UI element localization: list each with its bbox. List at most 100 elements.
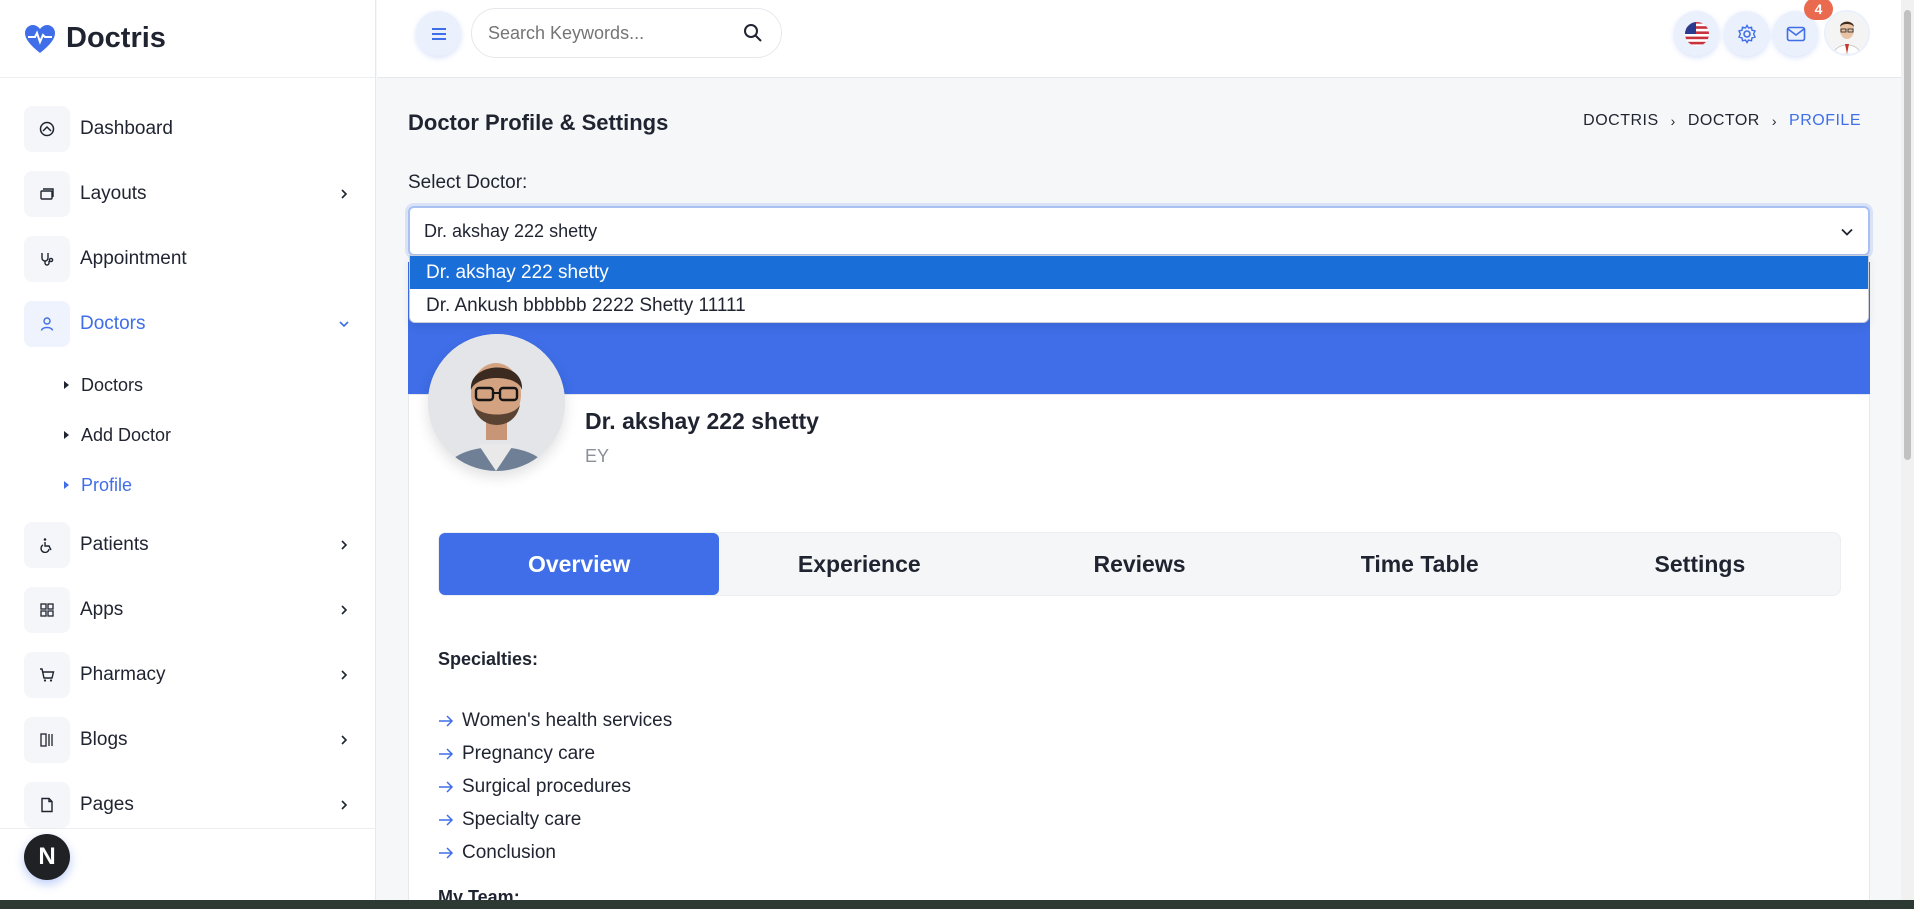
sidebar-menu: Dashboard Layouts Appointment Doctors Do…	[0, 78, 375, 832]
breadcrumb-profile: PROFILE	[1789, 112, 1861, 129]
submenu-item-add-doctor[interactable]: Add Doctor	[64, 410, 375, 460]
file-icon	[24, 782, 70, 828]
submenu-item-profile[interactable]: Profile	[64, 460, 375, 510]
chevron-right-icon	[334, 184, 354, 204]
avatar-icon	[1826, 12, 1868, 54]
bullet-icon	[64, 431, 69, 439]
menu-toggle-button[interactable]	[416, 11, 461, 56]
sidebar-item-pages[interactable]: Pages	[24, 778, 354, 832]
chevron-right-icon: ›	[1670, 113, 1676, 129]
us-flag-icon	[1684, 21, 1709, 46]
cart-icon	[24, 652, 70, 698]
tab-reviews[interactable]: Reviews	[999, 533, 1279, 595]
settings-button[interactable]	[1724, 11, 1769, 56]
stethoscope-icon	[24, 236, 70, 282]
language-button[interactable]	[1674, 11, 1719, 56]
search-input[interactable]	[488, 22, 728, 44]
specialty-text: Conclusion	[462, 841, 556, 863]
specialty-text: Specialty care	[462, 808, 582, 830]
grid-icon	[24, 587, 70, 633]
sidebar-item-appointment[interactable]: Appointment	[24, 232, 354, 286]
list-item: Pregnancy care	[438, 737, 672, 770]
heart-pulse-icon	[24, 23, 56, 55]
sidebar-item-label: Apps	[80, 599, 124, 620]
chevron-down-icon	[334, 314, 354, 334]
specialty-text: Women's health services	[462, 709, 673, 731]
wheelchair-icon	[24, 522, 70, 568]
breadcrumb-doctor[interactable]: DOCTOR	[1688, 112, 1760, 130]
submenu-item-doctors[interactable]: Doctors	[64, 360, 375, 410]
sidebar-item-layouts[interactable]: Layouts	[24, 167, 354, 221]
sidebar-item-blogs[interactable]: Blogs	[24, 713, 354, 767]
n-badge-button[interactable]: N	[24, 834, 70, 880]
tab-experience[interactable]: Experience	[719, 533, 999, 595]
arrow-right-icon	[438, 846, 462, 860]
specialty-text: Surgical procedures	[462, 775, 631, 797]
dropdown-option[interactable]: Dr. akshay 222 shetty	[410, 256, 1868, 289]
arrow-right-icon	[438, 747, 462, 761]
chevron-right-icon	[334, 730, 354, 750]
tab-time-table[interactable]: Time Table	[1280, 533, 1560, 595]
sidebar: Doctris Dashboard Layouts Appointment Do…	[0, 0, 376, 909]
brand[interactable]: Doctris	[0, 0, 375, 78]
breadcrumb-doctris[interactable]: DOCTRIS	[1583, 112, 1659, 130]
specialty-text: Pregnancy care	[462, 742, 596, 764]
doctor-subtitle: EY	[585, 446, 610, 466]
sidebar-item-label: Blogs	[80, 729, 128, 750]
tab-settings[interactable]: Settings	[1560, 533, 1840, 595]
list-item: Conclusion	[438, 836, 672, 869]
submenu-label: Doctors	[81, 374, 144, 395]
doctors-submenu: Doctors Add Doctor Profile	[64, 360, 375, 510]
specialties-title: Specialties:	[438, 649, 539, 669]
sidebar-item-doctors[interactable]: Doctors	[24, 297, 354, 351]
user-avatar[interactable]	[1824, 10, 1870, 56]
breadcrumb: DOCTRIS › DOCTOR › PROFILE	[1583, 112, 1861, 130]
sidebar-item-patients[interactable]: Patients	[24, 518, 354, 572]
mail-icon	[1786, 26, 1805, 41]
page-scrollbar[interactable]	[1901, 0, 1914, 909]
bullet-icon	[64, 481, 69, 489]
chevron-right-icon	[334, 795, 354, 815]
doctor-dropdown-list: Dr. akshay 222 shetty Dr. Ankush bbbbbb …	[409, 255, 1869, 323]
tab-overview[interactable]: Overview	[439, 533, 720, 595]
arrow-right-icon	[438, 813, 462, 827]
gear-icon	[1737, 23, 1756, 44]
sidebar-item-pharmacy[interactable]: Pharmacy	[24, 648, 354, 702]
doctor-photo-icon	[428, 334, 565, 471]
topbar: 4	[377, 0, 1914, 78]
doctor-avatar	[428, 334, 565, 471]
bullet-icon	[64, 381, 69, 389]
blog-icon	[24, 717, 70, 763]
profile-tabs: Overview Experience Reviews Time Table S…	[438, 532, 1841, 596]
sidebar-item-label: Patients	[80, 534, 149, 555]
sidebar-item-label: Pages	[80, 794, 134, 815]
sidebar-item-label: Layouts	[80, 183, 147, 204]
sidebar-item-apps[interactable]: Apps	[24, 583, 354, 637]
user-icon	[24, 301, 70, 347]
doctor-name: Dr. akshay 222 shetty	[585, 408, 819, 434]
dashboard-icon	[24, 106, 70, 152]
chevron-down-icon	[1840, 223, 1854, 244]
chevron-right-icon	[334, 600, 354, 620]
doctor-select-value: Dr. akshay 222 shetty	[424, 220, 598, 241]
list-item: Surgical procedures	[438, 770, 672, 803]
submenu-label: Profile	[81, 474, 133, 495]
arrow-right-icon	[438, 780, 462, 794]
sidebar-item-dashboard[interactable]: Dashboard	[24, 102, 354, 156]
arrow-right-icon	[438, 714, 462, 728]
specialties-list: Women's health services Pregnancy care S…	[438, 704, 672, 869]
brand-name: Doctris	[66, 22, 166, 54]
sidebar-item-label: Doctors	[80, 313, 146, 334]
chevron-right-icon: ›	[1771, 113, 1778, 129]
doctor-select[interactable]: Dr. akshay 222 shetty	[408, 206, 1870, 256]
taskbar-strip	[0, 900, 1914, 909]
search-icon[interactable]	[743, 23, 763, 48]
chevron-right-icon	[334, 535, 354, 555]
search-box	[471, 8, 782, 58]
chevron-right-icon	[334, 665, 354, 685]
hamburger-icon	[431, 27, 446, 40]
layouts-icon	[24, 171, 70, 217]
submenu-label: Add Doctor	[81, 424, 172, 445]
dropdown-option[interactable]: Dr. Ankush bbbbbb 2222 Shetty 11111	[410, 289, 1868, 322]
scrollbar-thumb[interactable]	[1904, 10, 1911, 460]
